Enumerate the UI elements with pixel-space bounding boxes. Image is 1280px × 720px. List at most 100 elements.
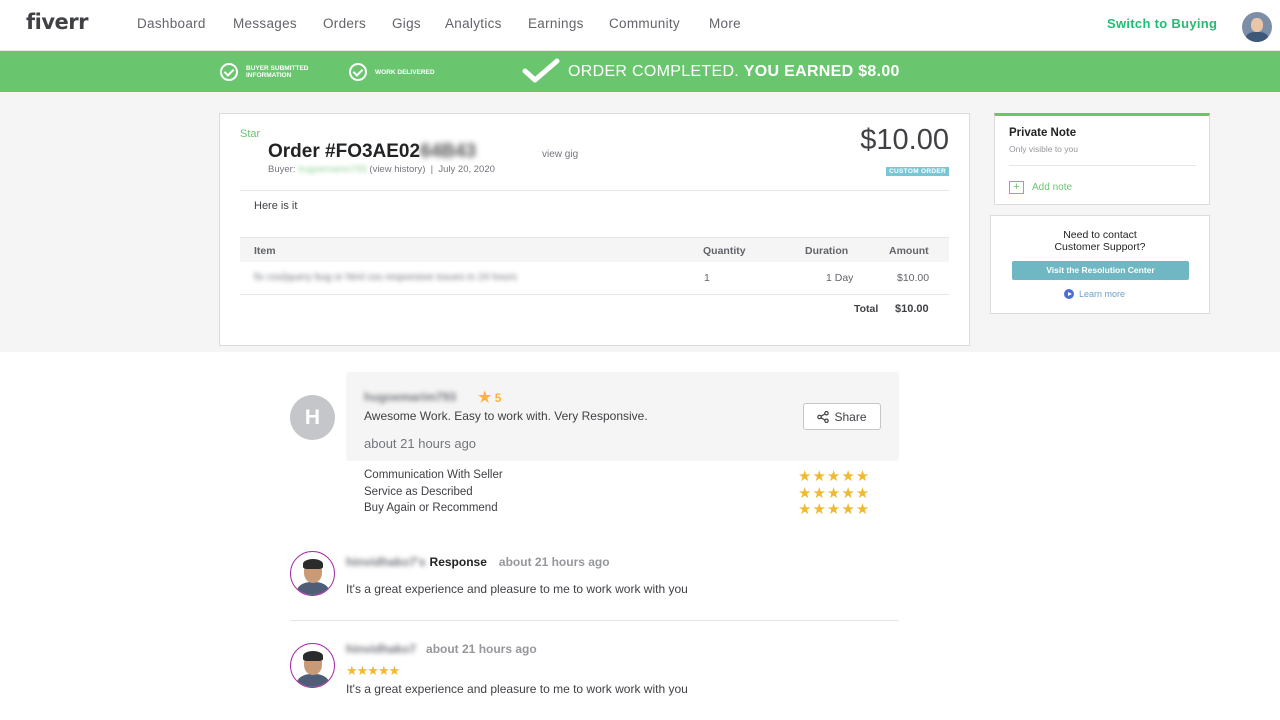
divider: [240, 190, 949, 191]
seller-review-text: It's a great experience and pleasure to …: [346, 682, 688, 696]
step-work-delivered: WORK DELIVERED: [349, 63, 435, 81]
add-note-label: Add note: [1032, 182, 1073, 193]
order-price: $10.00: [860, 124, 949, 156]
support-line-2: Customer Support?: [1054, 241, 1146, 253]
avatar-body: [297, 582, 329, 595]
avatar-hair: [303, 651, 323, 661]
check-circle-icon: [220, 63, 238, 81]
review-time: about 21 hours ago: [364, 436, 477, 451]
criterion-stars: ★★★★★: [798, 485, 871, 502]
criterion-service: Service as Described: [364, 486, 473, 498]
response-header: hinvidhako7's Response about 21 hours ag…: [346, 555, 610, 569]
buyer-name[interactable]: hugoemarim793: [298, 164, 367, 175]
view-gig-link[interactable]: view gig: [542, 149, 578, 160]
order-number-blurred: 64B43: [420, 141, 477, 162]
order-completed-text: ORDER COMPLETED. YOU EARNED $8.00: [568, 63, 900, 81]
seller-review-header: hinvidhako7 about 21 hours ago: [346, 642, 537, 656]
nav-gigs[interactable]: Gigs: [392, 16, 421, 31]
criterion-recommend: Buy Again or Recommend: [364, 502, 498, 514]
private-note-subtitle: Only visible to you: [1009, 144, 1078, 154]
share-button[interactable]: Share: [803, 403, 881, 430]
switch-to-buying-link[interactable]: Switch to Buying: [1107, 16, 1217, 31]
user-avatar[interactable]: [1242, 12, 1272, 42]
review-box: hugoemarim793 ★ 5 Awesome Work. Easy to …: [346, 372, 899, 461]
criterion-stars: ★★★★★: [798, 468, 871, 485]
top-navigation: fiverr Dashboard Messages Orders Gigs An…: [0, 0, 1280, 51]
divider: [240, 294, 949, 295]
col-item: Item: [254, 245, 276, 257]
response-time: about 21 hours ago: [498, 555, 610, 569]
nav-dashboard[interactable]: Dashboard: [137, 16, 206, 31]
item-duration: 1 Day: [826, 272, 854, 284]
divider: [1009, 165, 1196, 166]
seller-review-time: about 21 hours ago: [426, 642, 537, 656]
seller-avatar: [290, 643, 335, 688]
review-text: Awesome Work. Easy to work with. Very Re…: [364, 409, 648, 423]
fiverr-logo[interactable]: fiverr: [26, 10, 88, 34]
support-line-1: Need to contact: [1063, 229, 1137, 241]
rating-value: 5: [494, 391, 502, 405]
seller-name: hinvidhako7's: [346, 555, 426, 569]
nav-analytics[interactable]: Analytics: [445, 16, 502, 31]
learn-more-link[interactable]: Learn more: [1064, 289, 1125, 299]
star-link[interactable]: Star: [240, 128, 260, 140]
plus-icon: +: [1009, 181, 1024, 194]
col-duration: Duration: [805, 245, 849, 257]
add-note-button[interactable]: + Add note: [1009, 181, 1072, 194]
nav-messages[interactable]: Messages: [233, 16, 297, 31]
criterion-stars: ★★★★★: [798, 501, 871, 518]
item-description: fix css/jquery bug or html css responsiv…: [254, 272, 517, 283]
item-amount: $10.00: [897, 272, 930, 284]
seller-name: hinvidhako7: [346, 642, 417, 656]
nav-orders[interactable]: Orders: [323, 16, 366, 31]
view-history-link[interactable]: (view history): [369, 164, 425, 175]
buyer-label: Buyer:: [268, 164, 296, 175]
completed-label: ORDER COMPLETED.: [568, 63, 740, 80]
reviewer-name: hugoemarim793: [364, 390, 457, 404]
checkmark-icon: [522, 58, 560, 83]
col-quantity: Quantity: [703, 245, 746, 257]
avatar-face: [1251, 18, 1263, 32]
step-label: WORK DELIVERED: [375, 68, 435, 76]
learn-more-label: Learn more: [1079, 289, 1126, 299]
order-message: Here is it: [254, 200, 298, 212]
item-quantity: 1: [704, 272, 710, 284]
support-text: Need to contact Customer Support?: [991, 229, 1209, 253]
order-card: Star Order #FO3AE0264B43 view gig Buyer:…: [219, 113, 970, 346]
custom-order-badge: CUSTOM ORDER: [886, 167, 949, 176]
order-date: July 20, 2020: [438, 164, 495, 175]
avatar-body: [297, 674, 329, 687]
nav-earnings[interactable]: Earnings: [528, 16, 584, 31]
check-circle-icon: [349, 63, 367, 81]
order-title: Order #FO3AE0264B43: [268, 141, 476, 163]
nav-community[interactable]: Community: [609, 16, 680, 31]
reviewer-avatar: H: [290, 395, 335, 440]
resolution-center-button[interactable]: Visit the Resolution Center: [1012, 261, 1189, 280]
buyer-info: Buyer: hugoemarim793 (view history) | Ju…: [268, 164, 495, 175]
divider: [290, 620, 899, 621]
order-status-banner: BUYER SUBMITTED INFORMATION WORK DELIVER…: [0, 51, 1280, 92]
table-header: Item Quantity Duration Amount: [240, 237, 949, 262]
total-value: $10.00: [895, 303, 929, 315]
avatar-hair: [303, 559, 323, 569]
seller-avatar: [290, 551, 335, 596]
step-buyer-submitted: BUYER SUBMITTED INFORMATION: [220, 63, 336, 81]
earned-amount: YOU EARNED $8.00: [743, 63, 900, 80]
criterion-communication: Communication With Seller: [364, 469, 503, 481]
avatar-shirt: [1246, 32, 1268, 42]
review-rating: ★ 5: [478, 388, 501, 406]
share-label: Share: [834, 409, 867, 424]
nav-more[interactable]: More: [709, 16, 741, 31]
response-text: It's a great experience and pleasure to …: [346, 582, 688, 596]
private-note-card: Private Note Only visible to you + Add n…: [994, 113, 1210, 205]
support-card: Need to contact Customer Support? Visit …: [990, 215, 1210, 314]
seller-review-stars: ★★★★★: [346, 663, 400, 678]
star-icon: ★: [478, 389, 492, 406]
response-label: Response: [429, 555, 487, 569]
order-number: Order #FO3AE02: [268, 141, 421, 162]
total-label: Total: [854, 303, 879, 315]
col-amount: Amount: [889, 245, 929, 257]
play-icon: [1064, 289, 1074, 299]
private-note-title: Private Note: [1009, 127, 1077, 139]
share-icon: [817, 410, 830, 423]
